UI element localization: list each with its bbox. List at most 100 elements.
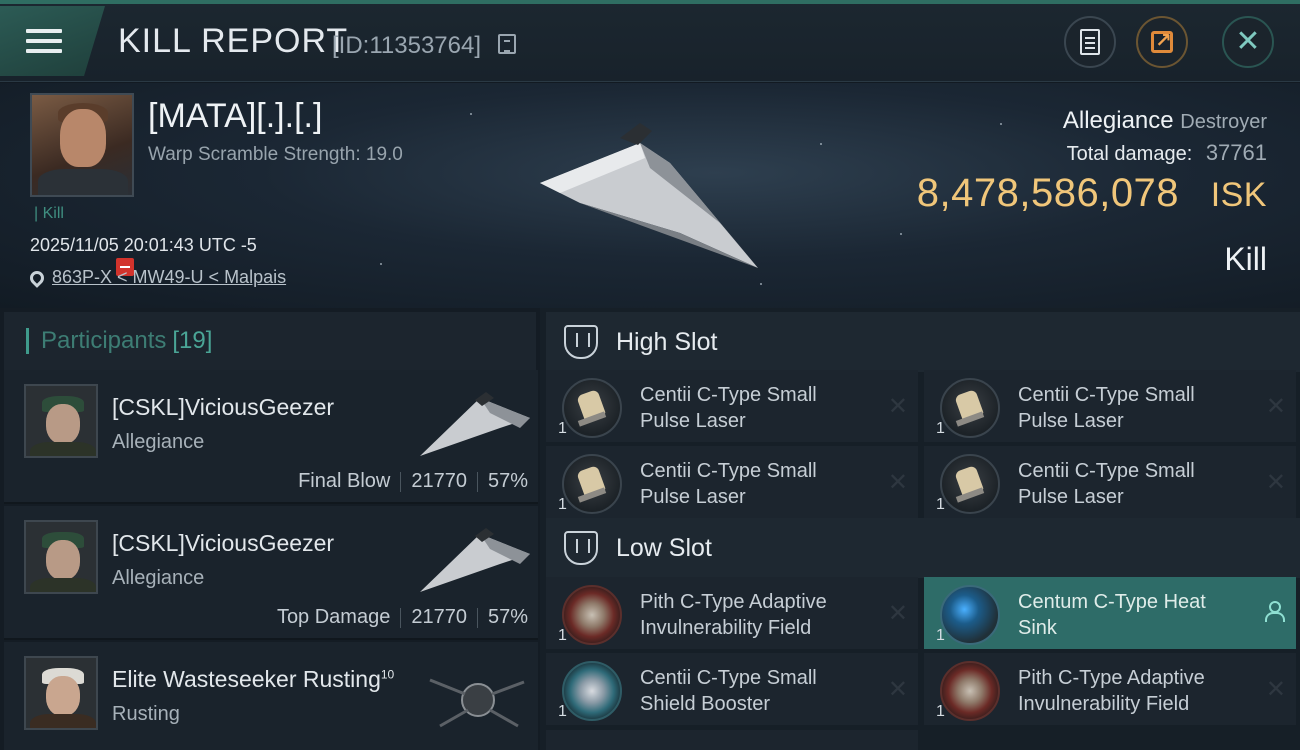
module-quantity: 1 [558,496,567,513]
module-quantity: 1 [558,703,567,720]
victim-ship-image [540,123,758,268]
participant-name-text: Elite Wasteseeker Rusting [112,666,381,692]
location-link[interactable]: 863P-X < MW49-U < Malpais [27,267,286,288]
victim-ship-class: Allegiance Destroyer [1063,107,1267,135]
module-item[interactable]: 1 Pith C-Type Adaptive Invulnerability Fi… [924,653,1296,725]
module-item-partial[interactable] [546,730,918,750]
participants-label: Participants [41,327,167,354]
invulnerability-field-icon [940,661,1000,721]
participant-row[interactable]: [CSKL]ViciousGeezer Allegiance Final Blo… [4,370,538,504]
shield-booster-icon [562,661,622,721]
participant-name: Elite Wasteseeker Rusting10 [112,666,394,693]
isk-amount: 8,478,586,078 [916,171,1180,215]
location-pin-icon [27,267,47,288]
share-button[interactable] [1136,16,1188,68]
top-bar: KILL REPORT [ID:11353764] ✕ [0,0,1300,82]
module-item-dropped[interactable]: 1 Centum C-Type Heat Sink [924,577,1296,649]
participant-row[interactable]: [CSKL]ViciousGeezer Allegiance Top Damag… [4,506,538,640]
total-damage-value: 37761 [1205,140,1267,165]
destroyed-icon: ✕ [887,469,908,496]
pulse-laser-icon [562,378,622,438]
location-text[interactable]: 863P-X < MW49-U < Malpais [52,267,286,288]
module-item[interactable]: 1 Pith C-Type Adaptive Invulnerability Fi… [546,577,918,649]
participant-ship-image [420,528,530,592]
participants-panel: Participants [19] [CSKL]ViciousGeezer Al… [0,308,540,750]
isk-value: 8,478,586,078 ISK [917,171,1267,216]
low-slot-label: Low Slot [616,533,712,562]
participants-header[interactable]: Participants [19] [4,312,536,370]
ship-name: Allegiance [1062,107,1174,134]
participant-row[interactable]: Elite Wasteseeker Rusting10 Rusting [4,642,538,750]
participant-percent: 57% [487,606,528,628]
participant-ship: Allegiance [112,431,205,453]
module-name: Centii C-Type Small Shield Booster [640,667,817,715]
participant-ship: Rusting [112,703,180,725]
module-name: Pith C-Type Adaptive Invulnerability Fiel… [640,591,827,639]
destroyed-icon: ✕ [1265,676,1286,703]
module-quantity: 1 [936,627,945,644]
destroyed-icon: ✕ [887,393,908,420]
invulnerability-field-icon [562,585,622,645]
high-slot-label: High Slot [616,327,718,356]
module-quantity: 1 [936,496,945,513]
participant-ship-image [420,392,530,456]
victim-name[interactable]: [MATA][.].[.] [148,97,322,136]
high-slot-header: High Slot [546,312,1300,372]
warp-scramble-strength: Warp Scramble Strength: 19.0 [148,144,403,165]
module-name: Centii C-Type Small Pulse Laser [1018,384,1195,432]
participant-ship-image [429,678,525,728]
participant-ship: Allegiance [112,567,205,589]
destroyed-icon: ✕ [1265,469,1286,496]
total-damage-label: Total damage: [1066,143,1193,165]
high-slot-icon [564,325,598,359]
kill-datetime: 2025/11/05 20:01:43 UTC -5 [30,235,257,255]
header-accent-line [0,0,1300,4]
copy-icon[interactable] [498,34,516,54]
report-id: [ID:11353764] [332,32,482,59]
close-icon: ✕ [1235,25,1261,58]
participant-role: Final Blow [298,470,391,492]
menu-icon [26,23,62,59]
menu-button[interactable] [0,6,105,76]
destroyed-icon: ✕ [887,676,908,703]
person-icon [1264,601,1285,622]
participant-name: [CSKL]ViciousGeezer [112,530,335,556]
pulse-laser-icon [562,454,622,514]
module-quantity: 1 [936,703,945,720]
module-item[interactable]: 1 Centii C-Type Small Pulse Laser ✕ [924,446,1296,518]
module-quantity: 1 [558,627,567,644]
module-item[interactable]: 1 Centii C-Type Small Shield Booster ✕ [546,653,918,725]
share-icon [1151,28,1173,53]
module-item[interactable]: 1 Centii C-Type Small Pulse Laser ✕ [546,370,918,442]
pulse-laser-icon [940,454,1000,514]
low-slot-header: Low Slot [546,518,1300,578]
destroyed-icon: ✕ [1265,393,1286,420]
kill-tag: | Kill [34,205,64,222]
module-name: Pith C-Type Adaptive Invulnerability Fiel… [1018,667,1205,715]
module-name: Centii C-Type Small Pulse Laser [1018,460,1195,508]
heat-sink-icon [940,585,1000,645]
module-quantity: 1 [558,420,567,437]
participant-stats: Final Blow 21770 57% [298,470,528,493]
module-name: Centii C-Type Small Pulse Laser [640,384,817,432]
ship-type: Destroyer [1180,111,1267,133]
result-label: Kill [1224,241,1267,277]
module-item[interactable]: 1 Centii C-Type Small Pulse Laser ✕ [546,446,918,518]
notes-button[interactable] [1064,16,1116,68]
low-slot-icon [564,531,598,565]
total-damage: Total damage: 37761 [1067,140,1267,166]
module-item[interactable]: 1 Centii C-Type Small Pulse Laser ✕ [924,370,1296,442]
participant-avatar [24,520,98,594]
participant-level: 10 [380,667,395,682]
participant-percent: 57% [487,470,528,492]
pulse-laser-icon [940,378,1000,438]
participant-stats: Top Damage 21770 57% [277,606,528,629]
participant-damage: 21770 [411,606,467,628]
victim-avatar[interactable] [30,93,134,197]
isk-unit: ISK [1210,176,1267,214]
module-name: Centum C-Type Heat Sink [1018,591,1206,639]
destroyed-icon: ✕ [887,600,908,627]
participant-avatar [24,656,98,730]
close-button[interactable]: ✕ [1222,16,1274,68]
victim-panel: [MATA][.].[.] Warp Scramble Strength: 19… [0,83,1300,308]
